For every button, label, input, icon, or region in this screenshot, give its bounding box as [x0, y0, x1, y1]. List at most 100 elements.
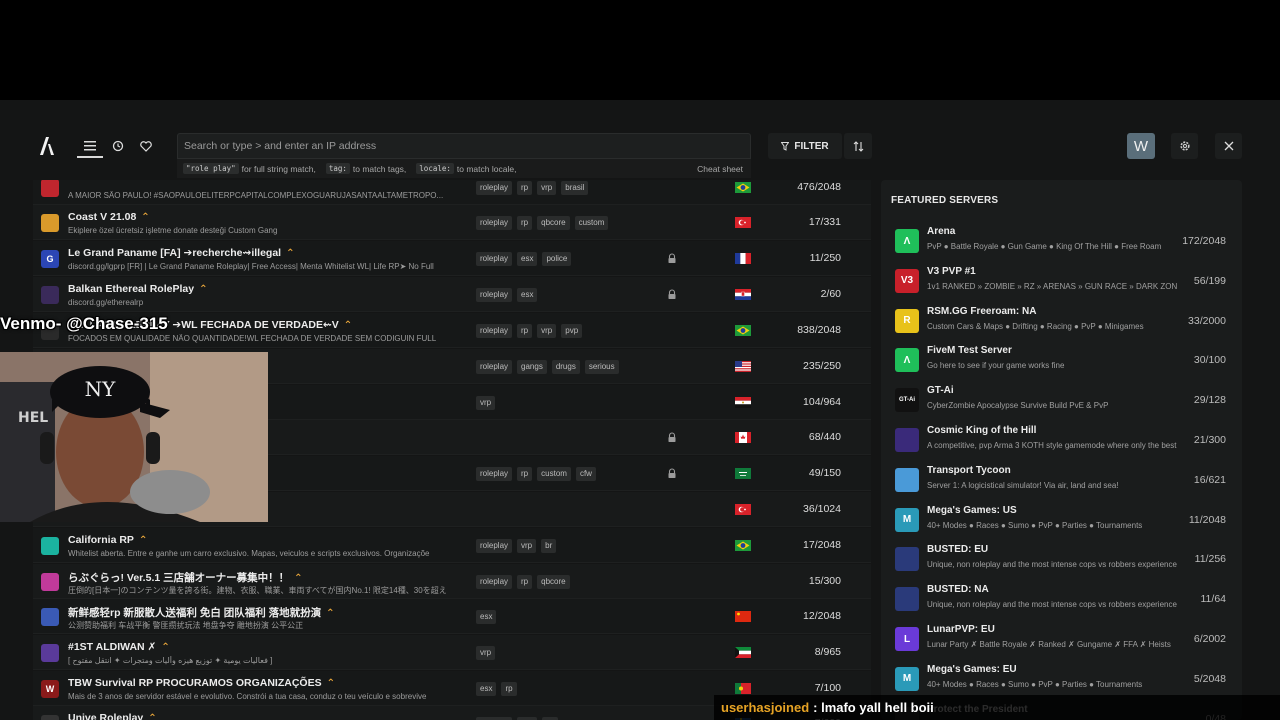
chat-message: : lmafo yall hell boii	[813, 700, 934, 715]
settings-button[interactable]	[1171, 133, 1198, 159]
server-tag[interactable]: roleplay	[476, 252, 513, 266]
server-tag[interactable]: police	[542, 252, 572, 266]
server-tag[interactable]: roleplay	[476, 539, 513, 553]
server-tag[interactable]: vrp	[476, 646, 496, 660]
list-view-icon[interactable]	[80, 136, 100, 156]
server-tag[interactable]: esx	[517, 288, 538, 302]
player-count: 12/2048	[803, 610, 841, 622]
server-name: TBW Survival RP PROCURAMOS ORGANIZAÇÕES ⌃	[68, 677, 335, 689]
featured-server-row[interactable]: BUSTED: EU Unique, non roleplay and the m…	[881, 538, 1242, 578]
featured-server-row[interactable]: R RSM.GG Freeroam: NA Custom Cars & Maps ●…	[881, 300, 1242, 340]
server-name-text: Balkan Ethereal RolePlay	[68, 283, 195, 295]
server-row[interactable]: G Le Grand Paname [FA] ➔recherche⇝illegal…	[33, 241, 871, 276]
boost-star-icon: ⌃	[148, 713, 157, 720]
sort-button[interactable]	[844, 133, 872, 159]
featured-server-row[interactable]: BUSTED: NA Unique, non roleplay and the m…	[881, 578, 1242, 618]
featured-server-icon	[895, 547, 919, 572]
server-tag[interactable]: rp	[517, 216, 533, 230]
featured-server-row[interactable]: Transport Tycoon Server 1: A logicistical…	[881, 459, 1242, 499]
server-tag[interactable]: roleplay	[476, 575, 513, 589]
featured-server-row[interactable]: GT-Ai GT-Ai CyberZombie Apocalypse Survive…	[881, 379, 1242, 419]
server-name-text: Le Grand Paname [FA] ➔recherche⇝illegal	[68, 247, 282, 259]
featured-player-count: 56/199	[1193, 274, 1226, 287]
server-tag[interactable]: rp	[501, 682, 517, 696]
featured-server-description: CyberZombie Apocalypse Survive Build PvE…	[927, 401, 1109, 411]
server-tag[interactable]: roleplay	[476, 360, 513, 374]
server-tag[interactable]: qbcore	[537, 575, 570, 589]
featured-server-row[interactable]: M Mega's Games: EU 40+ Modes ● Races ● Sum…	[881, 658, 1242, 698]
server-tag[interactable]: vrp	[517, 539, 537, 553]
featured-server-row[interactable]: Λ FiveM Test Server Go here to see if your…	[881, 339, 1242, 379]
search-box[interactable]	[177, 133, 751, 159]
server-tag[interactable]: esx	[517, 252, 538, 266]
server-description: Ekiplere özel ücretsiz işletme donate de…	[68, 226, 278, 235]
streamer-webcam-image: NY HEL	[0, 352, 268, 522]
cheat-sheet-link[interactable]: Cheat sheet	[697, 164, 743, 174]
favorites-heart-icon[interactable]	[136, 136, 156, 156]
server-tag[interactable]: rp	[517, 467, 533, 481]
server-tag[interactable]: pvp	[561, 324, 583, 338]
svg-text:HEL: HEL	[18, 410, 48, 426]
server-tag[interactable]: vrp	[537, 181, 557, 195]
server-tag[interactable]: cfw	[575, 467, 596, 481]
close-button[interactable]	[1215, 133, 1242, 159]
server-row[interactable]: A MAIOR SÃO PAULO! #SAOPAULOELITERPCAPIT…	[33, 180, 871, 205]
featured-server-row[interactable]: V3 V3 PVP #1 1v1 RANKED » ZOMBIE » RZ » AR…	[881, 260, 1242, 300]
server-tag[interactable]: vrp	[476, 396, 496, 410]
server-row[interactable]: California RP ⌃ Whitelist aberta. Entre e …	[33, 528, 871, 563]
server-tag[interactable]: rp	[517, 575, 533, 589]
history-icon[interactable]	[108, 136, 128, 156]
flag-tr-icon	[735, 217, 751, 228]
lock-icon	[668, 253, 676, 263]
server-tag[interactable]: rp	[517, 324, 533, 338]
server-name: Coast V 21.08 ⌃	[68, 211, 150, 223]
featured-server-name: Mega's Games: EU	[927, 663, 1017, 675]
server-tag[interactable]: br	[541, 539, 557, 553]
server-row[interactable]: 新鲜感轻rp 新服散人送福利 免白 团队福利 落地就扮演 ⌃ 公测赞助福利 车战平衡…	[33, 599, 871, 634]
server-tag[interactable]: roleplay	[476, 324, 513, 338]
server-tag[interactable]: drugs	[551, 360, 580, 374]
close-icon	[1224, 141, 1233, 151]
fivem-logo-icon[interactable]	[38, 136, 56, 156]
featured-server-description: 40+ Modes ● Races ● Sumo ● PvP ● Parties…	[927, 520, 1143, 530]
player-count: 17/2048	[803, 539, 841, 551]
server-name: Le Grand Paname [FA] ➔recherche⇝illegal ⌃	[68, 247, 294, 259]
hint-text-full: for full string match,	[241, 163, 316, 174]
featured-server-row[interactable]: Λ Arena PvP ● Battle Royale ● Gun Game ● K…	[881, 220, 1242, 260]
featured-server-row[interactable]: Cosmic King of the Hill A competitive, pv…	[881, 419, 1242, 459]
server-tag[interactable]: esx	[476, 610, 497, 624]
filter-button[interactable]: FILTER	[768, 133, 842, 159]
featured-server-row[interactable]: L LunarPVP: EU Lunar Party ✗ Battle Royale…	[881, 618, 1242, 658]
server-tag[interactable]: roleplay	[476, 288, 513, 302]
server-tag[interactable]: gangs	[517, 360, 547, 374]
flag-cn-icon	[735, 611, 751, 622]
server-tag[interactable]: custom	[537, 467, 571, 481]
featured-server-icon: R	[895, 308, 919, 333]
user-avatar-button[interactable]: W	[1127, 133, 1155, 159]
featured-title: FEATURED SERVERS	[891, 195, 999, 206]
server-row[interactable]: #1ST ALDIWAN ✗ ⌃ [ فعاليات يومية ✦ توزيع ه…	[33, 635, 871, 670]
search-input[interactable]	[178, 134, 750, 158]
server-name: California RP ⌃	[68, 534, 147, 546]
server-tag[interactable]: roleplay	[476, 216, 513, 230]
server-tag[interactable]: brasil	[561, 181, 589, 195]
server-tag[interactable]: custom	[574, 216, 609, 230]
server-icon	[41, 214, 59, 232]
server-description: 公测赞助福利 车战平衡 警匪攒扰玩法 地盘争夺 雕地扮演 公平公正	[68, 621, 304, 630]
server-tags: esx rp	[476, 682, 517, 696]
server-name-text: らぶぐらっ! Ver.5.1 三店舗オーナー募集中！！	[68, 572, 290, 584]
server-tag[interactable]: roleplay	[476, 181, 513, 195]
server-row[interactable]: らぶぐらっ! Ver.5.1 三店舗オーナー募集中！！ ⌃ 圧倒的[日本一]のコンテ…	[33, 564, 871, 599]
server-tag[interactable]: qbcore	[537, 216, 570, 230]
server-tag[interactable]: rp	[517, 181, 533, 195]
player-count: 17/331	[808, 216, 841, 228]
server-tag[interactable]: serious	[584, 360, 619, 374]
featured-server-row[interactable]: M Mega's Games: US 40+ Modes ● Races ● Sum…	[881, 499, 1242, 539]
server-tag[interactable]: esx	[476, 682, 497, 696]
server-tag[interactable]: roleplay	[476, 467, 513, 481]
server-tag[interactable]: vrp	[537, 324, 557, 338]
featured-server-name: Mega's Games: US	[927, 504, 1017, 516]
player-count: 11/250	[809, 252, 841, 264]
server-row[interactable]: Coast V 21.08 ⌃ Ekiplere özel ücretsiz işl…	[33, 205, 871, 240]
server-row[interactable]: Balkan Ethereal RolePlay ⌃ discord.gg/ethe…	[33, 277, 871, 312]
